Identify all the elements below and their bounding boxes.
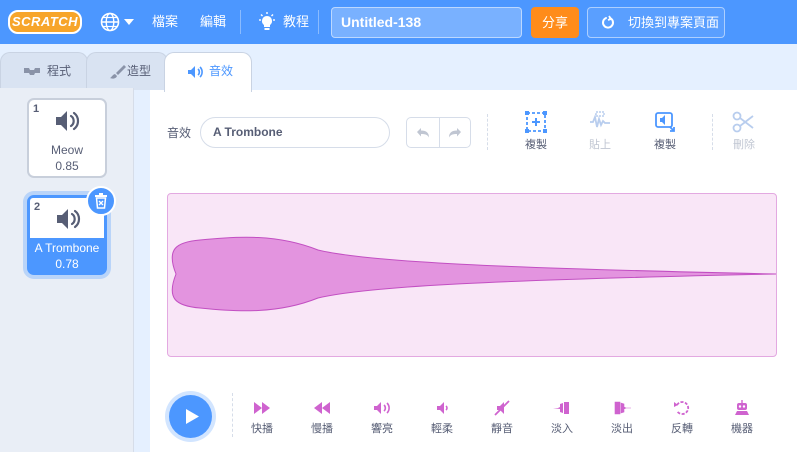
sound-number: 2 bbox=[34, 201, 41, 213]
effect-robot[interactable]: 機器 bbox=[722, 400, 762, 436]
see-project-page-button[interactable]: 切換到專案頁面 bbox=[587, 7, 725, 38]
effect-reverse[interactable]: 反轉 bbox=[662, 400, 702, 436]
effect-reverse-label: 反轉 bbox=[671, 423, 693, 435]
effect-robot-label: 機器 bbox=[731, 423, 753, 435]
copy-to-new-icon bbox=[655, 112, 675, 132]
waveform-area[interactable] bbox=[167, 193, 777, 357]
effect-faster-label: 快播 bbox=[251, 423, 273, 435]
trash-icon bbox=[95, 193, 107, 209]
sound-name: A Trombone bbox=[34, 241, 100, 255]
toolbar-divider bbox=[712, 114, 713, 150]
undo-redo-divider bbox=[439, 118, 440, 147]
effects-divider bbox=[232, 393, 233, 437]
undo-icon[interactable] bbox=[415, 126, 431, 140]
project-page-icon bbox=[602, 15, 614, 29]
share-button[interactable]: 分享 bbox=[531, 7, 579, 38]
effect-softer[interactable]: 輕柔 bbox=[422, 400, 462, 436]
effect-slower[interactable]: 慢播 bbox=[302, 400, 342, 436]
sound-item[interactable]: 1 Meow 0.85 bbox=[27, 98, 107, 178]
editor-tabs: 程式 造型 音效 bbox=[0, 44, 797, 92]
speaker-icon bbox=[188, 66, 203, 78]
copy-button[interactable]: 複製 bbox=[516, 110, 556, 152]
lightbulb-icon[interactable] bbox=[257, 12, 277, 32]
tab-sounds-label: 音效 bbox=[209, 64, 234, 78]
globe-icon[interactable] bbox=[100, 12, 120, 32]
file-menu[interactable]: 檔案 bbox=[152, 0, 178, 44]
edit-menu[interactable]: 編輯 bbox=[200, 0, 226, 44]
effect-mute-label: 靜音 bbox=[491, 423, 513, 435]
copy-label: 複製 bbox=[525, 139, 547, 151]
sound-name-input[interactable]: A Trombone bbox=[200, 117, 390, 148]
delete-sound-button[interactable] bbox=[86, 186, 116, 216]
tab-code[interactable]: 程式 bbox=[0, 52, 88, 90]
effect-mute[interactable]: 靜音 bbox=[482, 400, 522, 436]
sound-name-label: 音效 bbox=[167, 126, 192, 140]
paste-button[interactable]: 貼上 bbox=[580, 110, 620, 152]
fade-out-icon bbox=[614, 401, 631, 415]
menu-divider bbox=[240, 10, 241, 34]
effect-faster[interactable]: 快播 bbox=[242, 400, 282, 436]
code-icon bbox=[24, 68, 40, 75]
paste-icon bbox=[590, 111, 610, 128]
effect-fade-in-label: 淡入 bbox=[551, 423, 573, 435]
sound-name: Meow bbox=[50, 143, 83, 157]
delete-label: 刪除 bbox=[733, 139, 755, 151]
play-icon bbox=[186, 409, 199, 424]
louder-icon bbox=[374, 402, 390, 414]
robot-icon bbox=[735, 400, 749, 415]
tutorials-menu[interactable]: 教程 bbox=[283, 0, 309, 44]
toolbar-divider bbox=[487, 114, 488, 150]
sound-number: 1 bbox=[33, 103, 40, 115]
waveform bbox=[171, 236, 776, 312]
sound-duration: 0.78 bbox=[55, 257, 79, 271]
faster-icon bbox=[254, 402, 270, 414]
undo-redo-group bbox=[406, 117, 471, 148]
copy-to-new-button[interactable]: 複製 bbox=[645, 110, 685, 152]
tab-sounds[interactable]: 音效 bbox=[164, 52, 252, 92]
mute-icon bbox=[494, 400, 510, 416]
effect-louder-label: 響亮 bbox=[371, 423, 393, 435]
brush-icon bbox=[110, 65, 126, 79]
scissors-icon bbox=[732, 111, 754, 133]
delete-button[interactable]: 刪除 bbox=[724, 110, 764, 152]
redo-icon[interactable] bbox=[447, 126, 463, 140]
slower-icon bbox=[314, 402, 330, 414]
effect-fade-out-label: 淡出 bbox=[611, 423, 633, 435]
effect-softer-label: 輕柔 bbox=[431, 423, 453, 435]
effect-fade-in[interactable]: 淡入 bbox=[542, 400, 582, 436]
fade-in-icon bbox=[553, 402, 569, 414]
menu-divider bbox=[318, 10, 319, 34]
project-title-input[interactable]: Untitled-138 bbox=[331, 7, 522, 38]
effect-louder[interactable]: 響亮 bbox=[362, 400, 402, 436]
speaker-icon bbox=[57, 209, 81, 229]
tab-costumes-label: 造型 bbox=[127, 64, 152, 78]
chevron-down-icon[interactable] bbox=[124, 19, 134, 25]
softer-icon bbox=[437, 402, 448, 414]
copy-to-new-label: 複製 bbox=[654, 139, 676, 151]
scroll-strip bbox=[136, 96, 150, 452]
effect-fade-out[interactable]: 淡出 bbox=[602, 400, 642, 436]
play-button[interactable] bbox=[169, 395, 212, 438]
tab-costumes[interactable]: 造型 bbox=[86, 52, 168, 90]
see-project-page-label: 切換到專案頁面 bbox=[628, 15, 720, 30]
copy-selection-icon bbox=[525, 111, 547, 133]
scratch-logo[interactable]: SCRATCH bbox=[8, 10, 82, 34]
effect-slower-label: 慢播 bbox=[311, 423, 333, 435]
reverse-icon bbox=[674, 401, 690, 415]
paste-label: 貼上 bbox=[589, 139, 611, 151]
tab-code-label: 程式 bbox=[47, 64, 72, 78]
menu-bar: SCRATCH 檔案 編輯 教程 Untitled-138 分享 切換到專案頁面 bbox=[0, 0, 797, 44]
speaker-icon bbox=[56, 111, 80, 131]
sound-duration: 0.85 bbox=[55, 159, 79, 173]
